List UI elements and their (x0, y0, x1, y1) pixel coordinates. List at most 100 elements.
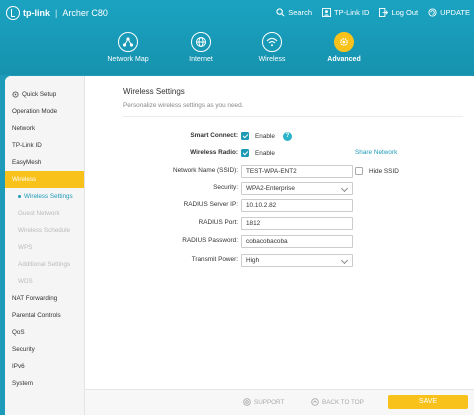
transmit-power-select[interactable]: High (241, 253, 353, 267)
sidebar-item-security[interactable]: Security (5, 341, 84, 358)
radius-port-row: RADIUS Port: 1812 (85, 216, 474, 230)
radius-ip-label: RADIUS Server IP: (183, 201, 238, 208)
nav-advanced-label: Advanced (327, 56, 361, 63)
security-label: Security: (213, 184, 238, 191)
smart-connect-label: Smart Connect: (190, 132, 238, 139)
ssid-row: Network Name (SSID): TEST-WPA-ENT2 Hide … (85, 164, 474, 178)
support-link[interactable]: SUPPORT (243, 398, 284, 406)
smart-connect-row: Smart Connect: Enable ? (85, 129, 474, 143)
transmit-power-label: Transmit Power: (191, 256, 238, 263)
radius-password-label: RADIUS Password: (182, 237, 238, 244)
back-to-top-link[interactable]: BACK TO TOP (311, 398, 364, 406)
search-icon (276, 8, 285, 17)
smart-connect-checkbox[interactable] (241, 132, 249, 140)
security-select[interactable]: WPA2-Enterprise (241, 181, 353, 195)
sidebar-item-wireless-schedule[interactable]: Wireless Schedule (5, 222, 84, 239)
radius-password-row: RADIUS Password: cobacobacoba (85, 234, 474, 248)
hide-ssid-label: Hide SSID (369, 167, 399, 175)
radius-port-label: RADIUS Port: (198, 219, 238, 226)
chevron-down-icon (340, 184, 349, 192)
sidebar-item-quick-setup[interactable]: Quick Setup (5, 86, 84, 103)
nav-internet[interactable]: Internet (166, 32, 236, 63)
transmit-power-row: Transmit Power: High (85, 253, 474, 267)
brand-name: tp-link (23, 8, 50, 18)
content-panel: Quick Setup Operation Mode Network TP-Li… (5, 76, 474, 415)
header: tp-link | Archer C80 Search TP-Link ID L… (0, 0, 474, 75)
radius-port-input[interactable]: 1812 (241, 216, 353, 230)
tp-link-logo-icon (6, 6, 20, 20)
sidebar-item-qos[interactable]: QoS (5, 324, 84, 341)
radius-ip-row: RADIUS Server IP: 10.10.2.82 (85, 198, 474, 212)
back-to-top-label: BACK TO TOP (322, 398, 364, 406)
sidebar-item-tplink-id[interactable]: TP-Link ID (5, 137, 84, 154)
nav-wireless-label: Wireless (258, 56, 286, 63)
sidebar-item-label: Quick Setup (22, 91, 57, 98)
radius-password-input[interactable]: cobacobacoba (241, 234, 353, 248)
ssid-input[interactable]: TEST-WPA-ENT2 (241, 164, 353, 178)
logout-icon (379, 8, 389, 17)
radius-ip-input[interactable]: 10.10.2.82 (241, 198, 353, 212)
sidebar-item-network[interactable]: Network (5, 120, 84, 137)
ssid-label: Network Name (SSID): (173, 167, 238, 174)
chevron-down-icon (340, 256, 349, 264)
smart-connect-option: Enable (255, 132, 275, 140)
brand-separator: | (55, 8, 58, 18)
wifi-icon (262, 32, 282, 52)
wireless-radio-option: Enable (255, 149, 275, 157)
sidebar-item-system[interactable]: System (5, 375, 84, 392)
search-link-label: Search (288, 8, 312, 17)
sidebar-item-wireless-settings[interactable]: Wireless Settings (5, 188, 84, 205)
tplink-id-link-label: TP-Link ID (334, 8, 370, 17)
main-content: Wireless Settings Personalize wireless s… (85, 76, 474, 415)
nav-network-map[interactable]: Network Map (93, 32, 163, 63)
globe-icon (191, 32, 211, 52)
network-map-icon (118, 32, 138, 52)
sidebar-item-operation-mode[interactable]: Operation Mode (5, 103, 84, 120)
logout-link[interactable]: Log Out (379, 8, 418, 17)
divider (123, 116, 463, 117)
security-row: Security: WPA2-Enterprise (85, 181, 474, 195)
top-links: Search TP-Link ID Log Out UPDATE (276, 8, 470, 17)
current-dot-icon (18, 194, 21, 198)
sidebar-item-wireless[interactable]: Wireless (5, 171, 84, 188)
sidebar: Quick Setup Operation Mode Network TP-Li… (5, 76, 85, 415)
update-link[interactable]: UPDATE (428, 8, 470, 17)
hide-ssid-option: Hide SSID (355, 164, 399, 178)
search-link[interactable]: Search (276, 8, 312, 17)
person-icon (322, 8, 331, 17)
nav-internet-label: Internet (189, 56, 213, 63)
sidebar-item-parental-controls[interactable]: Parental Controls (5, 307, 84, 324)
nav-wireless[interactable]: Wireless (237, 32, 307, 63)
sidebar-item-label: Wireless Settings (24, 193, 73, 200)
help-icon[interactable]: ? (282, 131, 292, 141)
update-link-label: UPDATE (440, 8, 470, 17)
nav-network-map-label: Network Map (107, 56, 149, 63)
wireless-radio-row: Wireless Radio: Enable Share Network (85, 146, 474, 160)
gear-icon (334, 32, 354, 52)
sidebar-item-wds[interactable]: WDS (5, 273, 84, 290)
wireless-radio-checkbox[interactable] (241, 149, 249, 157)
sidebar-item-ipv6[interactable]: IPv6 (5, 358, 84, 375)
logo: tp-link | Archer C80 (6, 6, 108, 20)
page-description: Personalize wireless settings as you nee… (123, 102, 244, 109)
bottom-bar: SUPPORT BACK TO TOP SAVE (85, 389, 474, 415)
nav-advanced[interactable]: Advanced (309, 32, 379, 63)
security-value: WPA2-Enterprise (246, 184, 295, 192)
sidebar-item-guest-network[interactable]: Guest Network (5, 205, 84, 222)
sidebar-item-easymesh[interactable]: EasyMesh (5, 154, 84, 171)
tplink-id-link[interactable]: TP-Link ID (322, 8, 369, 17)
hide-ssid-checkbox[interactable] (355, 167, 363, 175)
sidebar-item-nat-forwarding[interactable]: NAT Forwarding (5, 290, 84, 307)
support-icon (243, 398, 251, 406)
wireless-radio-label: Wireless Radio: (190, 149, 238, 156)
page-title: Wireless Settings (123, 87, 185, 96)
arrow-up-icon (311, 398, 319, 406)
main-nav: Network Map Internet Wireless Advanced (0, 32, 474, 72)
share-network-link[interactable]: Share Network (355, 146, 397, 160)
quick-setup-icon (12, 91, 19, 98)
logout-link-label: Log Out (391, 8, 419, 17)
support-label: SUPPORT (254, 398, 285, 406)
sidebar-item-wps[interactable]: WPS (5, 239, 84, 256)
save-button[interactable]: SAVE (388, 395, 468, 409)
sidebar-item-additional-settings[interactable]: Additional Settings (5, 256, 84, 273)
